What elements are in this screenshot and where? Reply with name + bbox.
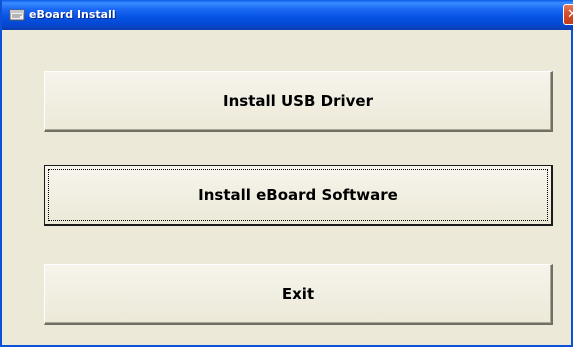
exit-button[interactable]: Exit [44, 264, 553, 325]
close-icon: ✕ [567, 7, 573, 22]
close-button[interactable]: ✕ [563, 4, 573, 25]
install-eboard-software-label: Install eBoard Software [198, 186, 398, 204]
window-title: eBoard Install [29, 8, 116, 21]
install-usb-driver-button[interactable]: Install USB Driver [44, 71, 553, 132]
title-bar[interactable]: eBoard Install ✕ [2, 0, 573, 30]
install-usb-driver-label: Install USB Driver [223, 92, 373, 110]
exit-label: Exit [281, 285, 315, 303]
installer-window: eBoard Install ✕ Install USB Driver Inst… [0, 0, 573, 347]
install-eboard-software-button[interactable]: Install eBoard Software [44, 165, 553, 226]
installer-icon [9, 7, 25, 23]
